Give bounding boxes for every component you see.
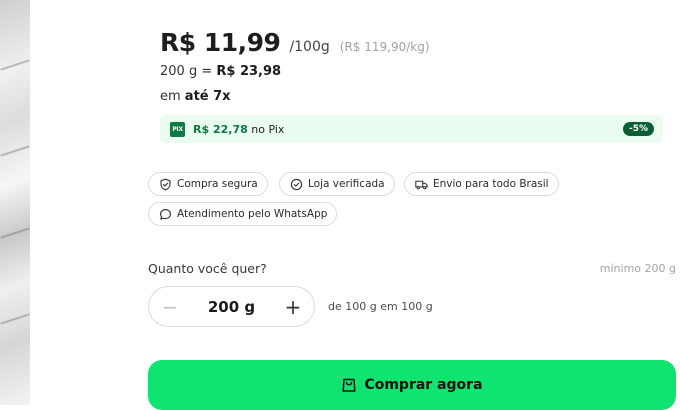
badge-whatsapp: Atendimento pelo WhatsApp <box>148 202 338 226</box>
pix-price: R$ 22,78 <box>193 122 248 136</box>
quantity-value[interactable]: 200 g <box>191 298 272 316</box>
badge-label: Atendimento pelo WhatsApp <box>177 208 328 220</box>
price-per-kg: (R$ 119,90/kg) <box>339 40 430 54</box>
chat-bubble-icon <box>159 208 172 221</box>
price-main: R$ 11,99 <box>160 28 281 57</box>
shield-check-icon <box>159 178 172 191</box>
total-prefix: 200 g = <box>160 64 217 79</box>
badge-envio: Envio para todo Brasil <box>404 172 559 196</box>
check-circle-icon <box>290 178 303 191</box>
installments-prefix: em <box>160 89 185 104</box>
decrease-button[interactable]: − <box>149 287 191 326</box>
quantity-minimum: mínimo 200 g <box>599 262 676 275</box>
total-value: R$ 23,98 <box>216 64 282 79</box>
quantity-step-hint: de 100 g em 100 g <box>328 300 433 313</box>
installments-line: em até 7x <box>160 89 231 104</box>
badge-label: Envio para todo Brasil <box>433 178 549 190</box>
price-row: R$ 11,99 /100g (R$ 119,90/kg) <box>160 28 430 57</box>
badge-compra-segura: Compra segura <box>148 172 268 196</box>
quantity-label: Quanto você quer? <box>148 261 267 276</box>
buy-now-label: Comprar agora <box>364 377 483 393</box>
pix-offer: PIX R$ 22,78 no Pix -5% <box>160 115 663 143</box>
badge-label: Loja verificada <box>308 178 385 190</box>
installments-value: até 7x <box>184 89 231 104</box>
increase-button[interactable]: + <box>272 287 314 326</box>
truck-icon <box>415 178 428 191</box>
product-image <box>0 0 30 405</box>
badge-label: Compra segura <box>177 178 258 190</box>
pix-suffix: no Pix <box>247 122 285 136</box>
shopping-bag-icon <box>341 377 357 393</box>
buy-now-button[interactable]: Comprar agora <box>148 360 676 410</box>
badge-loja-verificada: Loja verificada <box>279 172 395 196</box>
total-price-line: 200 g = R$ 23,98 <box>160 64 281 79</box>
price-unit: /100g <box>289 39 330 55</box>
quantity-stepper: − 200 g + <box>148 286 315 327</box>
pix-discount-badge: -5% <box>622 122 654 136</box>
pix-text: R$ 22,78 no Pix <box>193 123 284 136</box>
pix-icon: PIX <box>170 121 185 137</box>
